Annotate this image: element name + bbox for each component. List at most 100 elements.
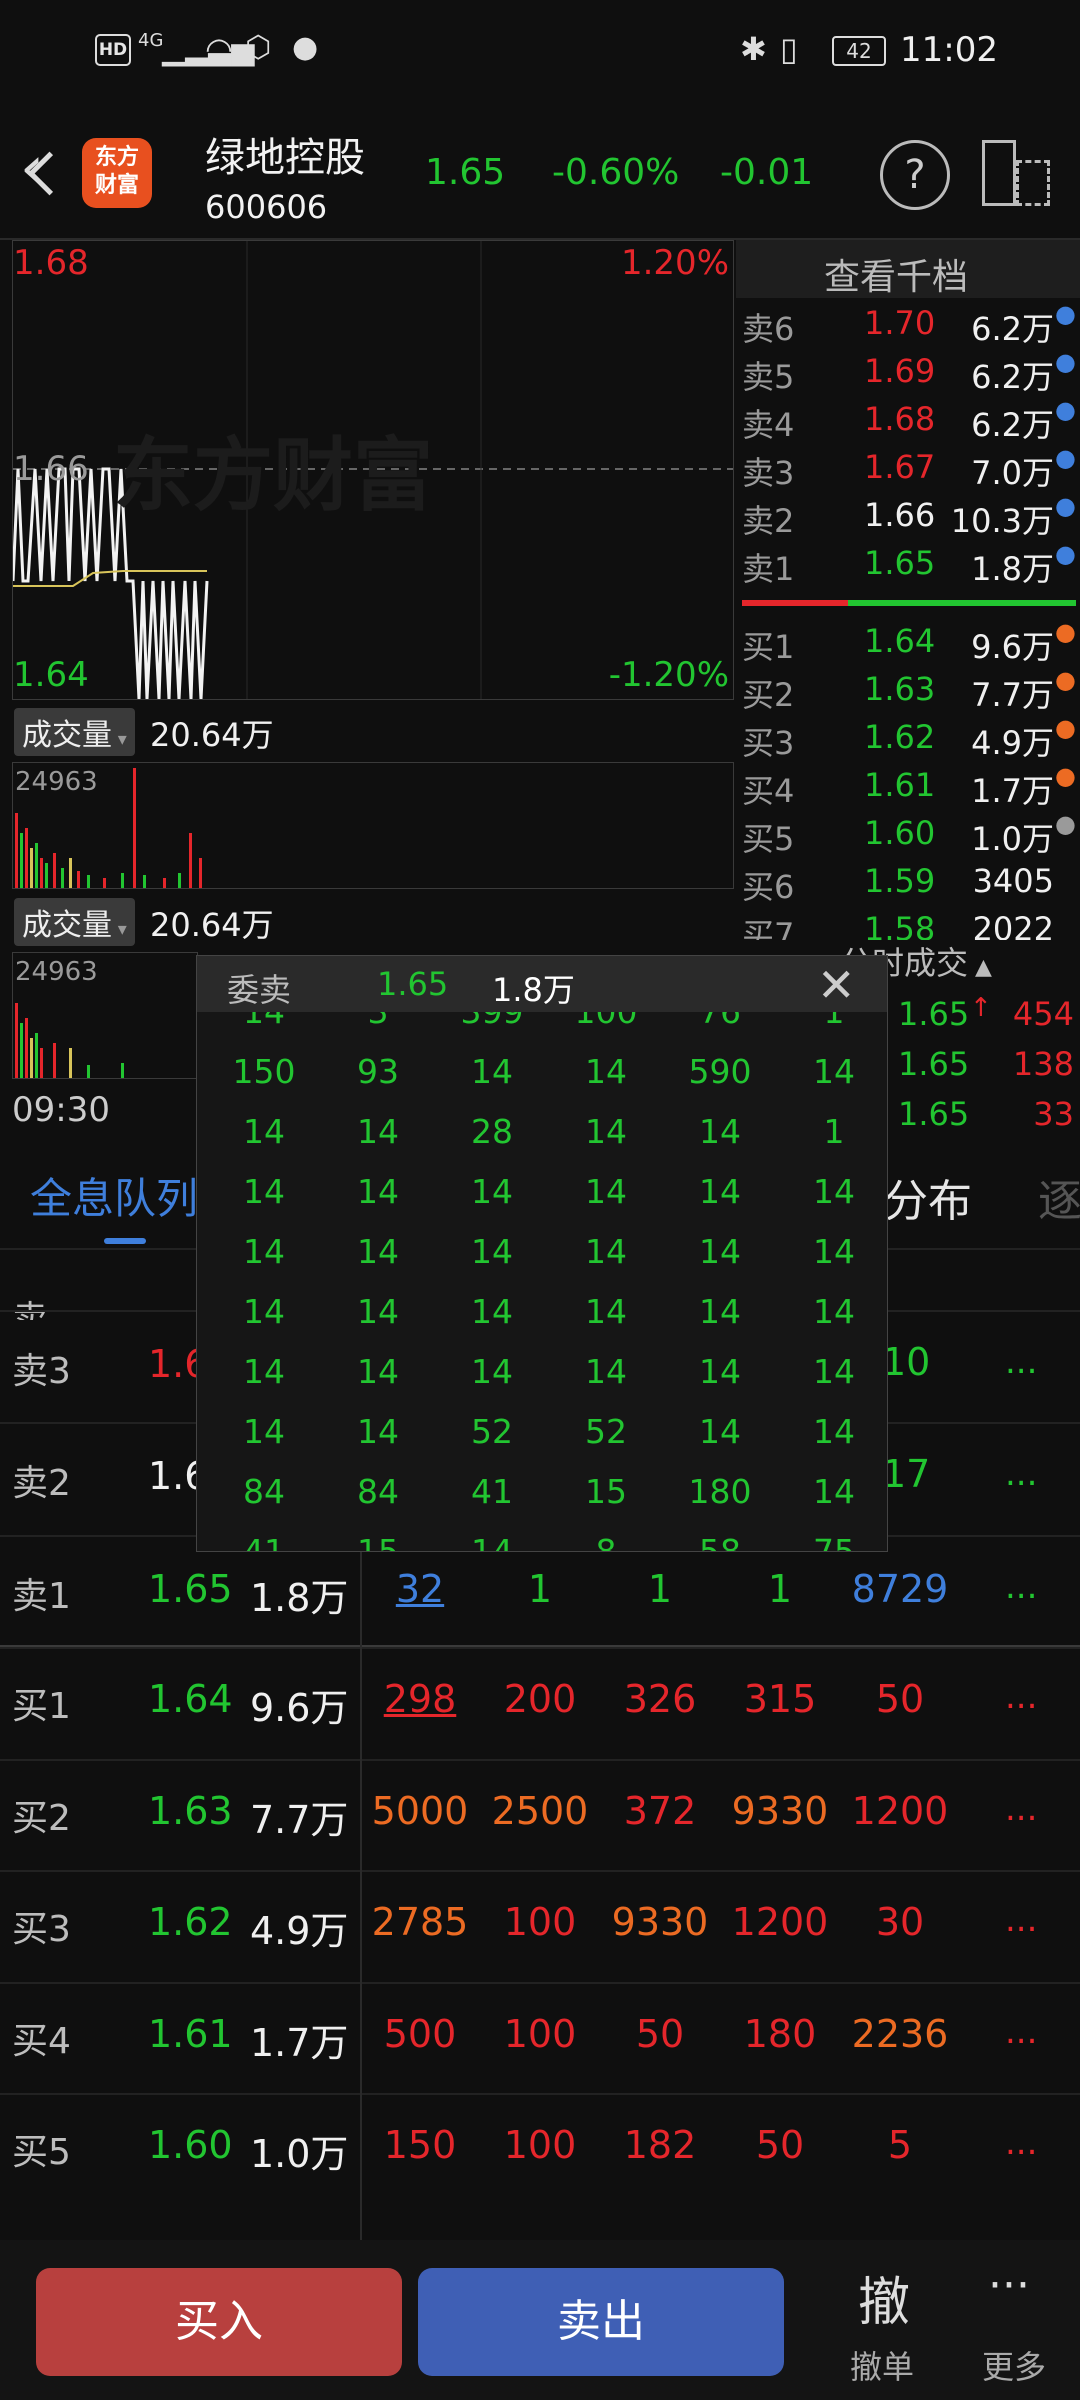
tick-row: 1.65 138 [890,1045,1080,1093]
popup-queue-cell: 14 [243,1172,285,1211]
bid-level-price: 1.59 [864,862,936,900]
popup-queue-cell: 14 [243,1352,285,1391]
popup-queue-cell: 14 [813,1292,855,1331]
queue-order-cell[interactable]: 8729 [840,1567,960,1611]
chart-time-start: 09:30 [12,1090,110,1130]
vibrate-icon: ▯ [780,30,798,68]
queue-order-cell[interactable]: 2236 [840,2012,960,2056]
queue-order-cell[interactable]: 30 [840,1900,960,1944]
sell-button[interactable]: 卖出 [418,2268,784,2376]
queue-order-cell[interactable]: 50 [600,2012,720,2056]
volume-value-2: 20.64万 [150,906,274,944]
more-button[interactable]: ··· 更多 [972,2260,1072,2390]
queue-more-icon[interactable]: ... [1005,1789,1037,1829]
bid-ask-ratio-bar [742,600,1076,606]
ask-queue-popup[interactable]: 委卖 1.65 1.8万 ✕ 1433991007611509314145901… [196,955,888,1552]
queue-order-cell[interactable]: 372 [600,1789,720,1833]
popup-queue-cell: 52 [471,1412,513,1451]
queue-order-cell[interactable]: 150 [360,2123,480,2167]
help-icon[interactable]: ? [880,140,950,210]
queue-more-icon[interactable]: ... [1005,1342,1037,1382]
queue-order-cell[interactable]: 315 [720,1677,840,1721]
ask-dot-icon: ● [1055,444,1076,472]
ask-level-row: 卖4 1.68 6.2万 ● [742,396,1080,448]
popup-title: 委卖 [227,971,292,1009]
queue-order-cell[interactable]: 180 [720,2012,840,2056]
queue-level-volume: 1.0万 [250,2132,349,2176]
tab-distribution[interactable]: 分布 [884,1165,972,1229]
queue-more-icon[interactable]: ... [1005,1677,1037,1717]
queue-order-cell[interactable]: 100 [480,1900,600,1944]
queue-order-cell[interactable]: 100 [480,2012,600,2056]
volume-selector[interactable]: 成交量 ▾ [14,708,135,756]
queue-row-buy: 买1 1.64 9.6万 298 200 326 315 50... [0,1647,1080,1759]
queue-level-volume: 1.8万 [250,1576,349,1620]
close-icon[interactable]: ✕ [817,958,856,1012]
popup-queue-cell: 15 [585,1472,627,1511]
queue-more-icon[interactable]: ... [1005,2012,1037,2052]
queue-level-volume: 1.7万 [250,2020,349,2065]
popup-header: 委卖 1.65 1.8万 ✕ [197,956,887,1012]
ask-level-price: 1.69 [864,352,936,390]
queue-order-cell[interactable]: 5000 [360,1789,480,1833]
view-1000-levels-button[interactable]: 查看千档 [736,240,1080,298]
queue-order-cell[interactable]: 1 [600,1567,720,1611]
queue-order-cell[interactable]: 5 [840,2123,960,2167]
queue-more-icon[interactable]: ... [1005,1900,1037,1940]
ask-level-label: 卖1 [742,550,795,588]
queue-order-cell[interactable]: 32 [360,1567,480,1611]
buy-button[interactable]: 买入 [36,2268,402,2376]
popup-grid: 1433991007611509314145901414142814141141… [197,1012,887,1551]
volume-label: 成交量 [22,718,112,753]
queue-order-cell[interactable]: 2500 [480,1789,600,1833]
tab-queue[interactable]: 全息队列 [30,1165,198,1226]
popup-queue-cell: 14 [813,1412,855,1451]
bid-dot-icon: ● [1055,714,1076,742]
queue-order-cell[interactable]: 1200 [720,1900,840,1944]
tab-more[interactable]: 逐 [1038,1165,1080,1229]
queue-order-cell[interactable]: 50 [840,1677,960,1721]
ask-level-label: 卖2 [742,502,795,540]
queue-order-cell[interactable]: 1 [480,1567,600,1611]
ask-dot-icon: ● [1055,300,1076,328]
tick-price: 1.65 [898,995,970,1033]
queue-order-cell[interactable]: 2785 [360,1900,480,1944]
queue-order-cell[interactable]: 1 [720,1567,840,1611]
ask-level-price: 1.66 [864,496,936,534]
queue-order-cell[interactable]: 9330 [720,1789,840,1833]
battery-level: 42 [846,39,872,63]
queue-level-label: 卖2 [12,1463,71,1504]
queue-level-label: 买1 [12,1686,71,1727]
bid-level-price: 1.58 [864,910,936,940]
popup-queue-cell: 14 [813,1352,855,1391]
popup-queue-cell: 14 [699,1232,741,1271]
cancel-order-button[interactable]: 撤 撤单 [840,2260,960,2390]
queue-partial-value: 10 [882,1340,931,1384]
ask-level-label: 卖4 [742,406,795,444]
queue-order-cell[interactable]: 326 [600,1677,720,1721]
popup-queue-cell: 180 [688,1472,752,1511]
popup-queue-cell: 100 [549,1012,663,1031]
queue-order-cell[interactable]: 1200 [840,1789,960,1833]
intraday-chart[interactable]: 东方财富 1.68 1.20% 1.66 1.64 -1.20% [12,240,734,700]
bid-level-row: 买1 1.64 9.6万 ● [742,618,1080,670]
queue-order-cell[interactable]: 182 [600,2123,720,2167]
bid-level-row: 买3 1.62 4.9万 ● [742,714,1080,766]
queue-order-cell[interactable]: 100 [480,2123,600,2167]
layout-switch-icon[interactable] [982,140,1052,206]
queue-more-icon[interactable]: ... [1005,1567,1037,1607]
queue-more-icon[interactable]: ... [1005,2123,1037,2163]
popup-queue-cell: 14 [699,1112,741,1151]
queue-order-cell[interactable]: 500 [360,2012,480,2056]
queue-order-cell[interactable]: 9330 [600,1900,720,1944]
cancel-icon: 撤 [858,2273,911,2333]
queue-order-cell[interactable]: 50 [720,2123,840,2167]
popup-queue-cell: 14 [357,1232,399,1271]
queue-order-cell[interactable]: 298 [360,1677,480,1721]
volume-selector-2[interactable]: 成交量 ▾ [14,898,135,946]
bid-level-price: 1.62 [864,718,936,756]
popup-queue-cell: 14 [471,1172,513,1211]
bid-dot-icon: ● [1055,762,1076,790]
queue-more-icon[interactable]: ... [1005,1454,1037,1494]
queue-order-cell[interactable]: 200 [480,1677,600,1721]
